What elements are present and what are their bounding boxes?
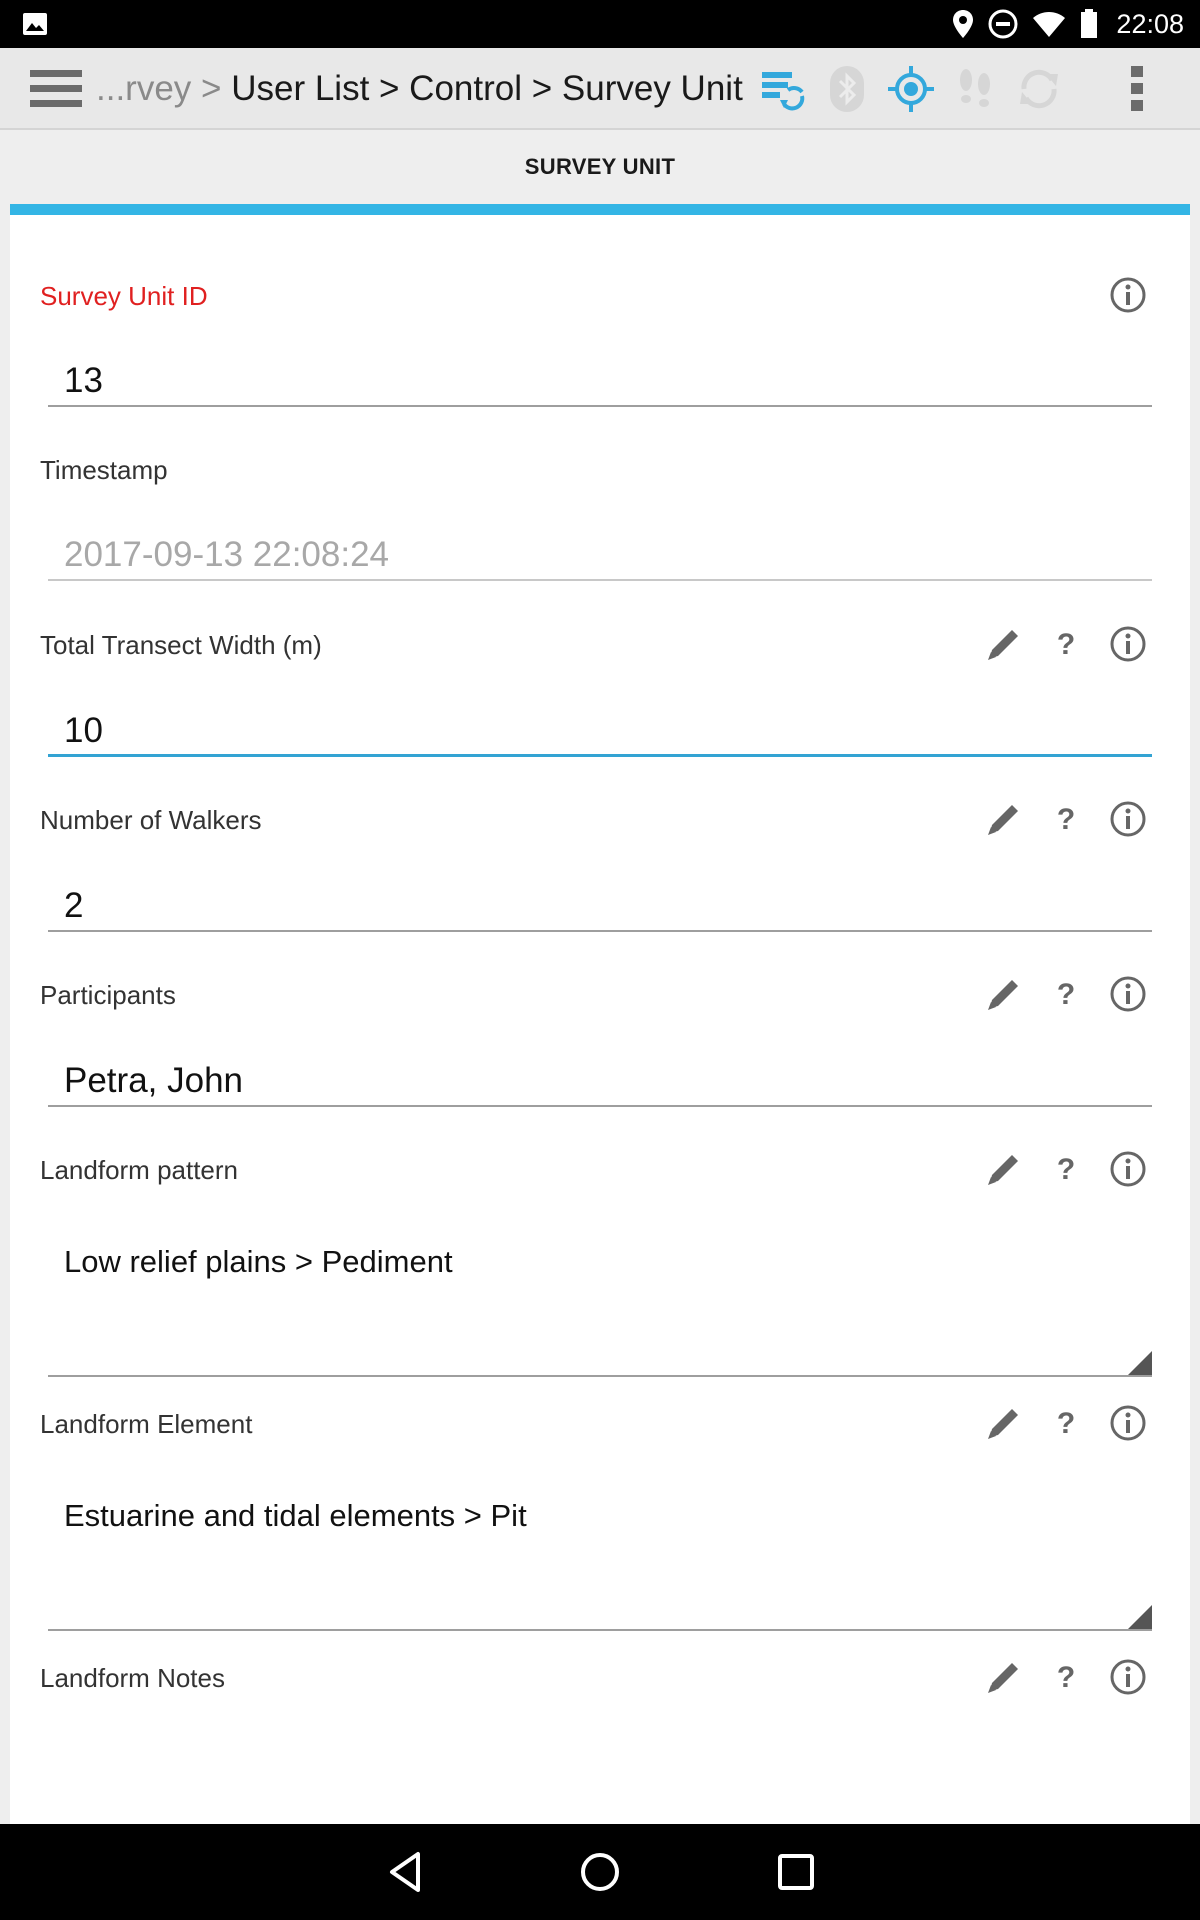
svg-text:?: ? xyxy=(1057,803,1075,836)
home-icon[interactable] xyxy=(574,1846,626,1898)
info-icon[interactable] xyxy=(1108,799,1148,839)
info-icon[interactable] xyxy=(1108,275,1148,315)
transect-width-label: Total Transect Width (m) xyxy=(40,630,322,660)
svg-text:?: ? xyxy=(1057,628,1075,661)
navigation-bar xyxy=(0,1824,1200,1920)
menu-icon[interactable] xyxy=(30,68,82,110)
help-icon[interactable]: ? xyxy=(1046,1657,1086,1697)
help-icon[interactable]: ? xyxy=(1046,799,1086,839)
recents-icon[interactable] xyxy=(770,1846,822,1898)
edit-icon[interactable] xyxy=(984,624,1024,664)
edit-icon[interactable] xyxy=(984,1657,1024,1697)
survey-unit-id-label: Survey Unit ID xyxy=(40,281,208,311)
info-icon[interactable] xyxy=(1108,624,1148,664)
edit-icon[interactable] xyxy=(984,974,1024,1014)
landform-pattern-select[interactable]: Low relief plains > Pediment xyxy=(48,1225,1152,1377)
landform-element-label: Landform Element xyxy=(40,1409,253,1439)
dropdown-arrow-icon xyxy=(1128,1605,1152,1629)
sync-icon[interactable] xyxy=(1016,66,1062,112)
survey-unit-id-input[interactable]: 13 xyxy=(48,355,1152,407)
tracker-icon[interactable] xyxy=(952,66,998,112)
survey-unit-form: Survey Unit ID 13 Timestamp 2017-09-13 2… xyxy=(10,215,1190,1825)
wifi-icon xyxy=(1033,12,1066,37)
sync-server-icon[interactable] xyxy=(760,66,806,112)
toolbar: ...rvey > User List > Control > Survey U… xyxy=(0,48,1200,130)
walkers-label: Number of Walkers xyxy=(40,805,262,835)
landform-notes-label: Landform Notes xyxy=(40,1663,225,1693)
image-icon xyxy=(23,13,47,35)
edit-icon[interactable] xyxy=(984,1149,1024,1189)
landform-element-value: Estuarine and tidal elements > Pit xyxy=(64,1498,527,1533)
info-icon[interactable] xyxy=(1108,1403,1148,1443)
timestamp-input: 2017-09-13 22:08:24 xyxy=(48,529,1152,581)
status-time: 22:08 xyxy=(1116,8,1184,39)
help-icon[interactable]: ? xyxy=(1046,974,1086,1014)
dropdown-arrow-icon xyxy=(1128,1351,1152,1375)
breadcrumb[interactable]: ...rvey > User List > Control > Survey U… xyxy=(96,48,743,130)
svg-text:?: ? xyxy=(1057,1153,1075,1186)
transect-width-input[interactable]: 10 xyxy=(48,705,1152,757)
gps-icon[interactable] xyxy=(888,66,934,112)
svg-text:?: ? xyxy=(1057,978,1075,1011)
participants-label: Participants xyxy=(40,980,176,1010)
breadcrumb-prefix[interactable]: ...rvey > xyxy=(96,69,221,108)
do-not-disturb-icon xyxy=(988,9,1018,39)
help-icon[interactable]: ? xyxy=(1046,624,1086,664)
participants-input[interactable]: Petra, John xyxy=(48,1055,1152,1107)
svg-text:?: ? xyxy=(1057,1407,1075,1440)
walkers-input[interactable]: 2 xyxy=(48,880,1152,932)
back-icon[interactable] xyxy=(380,1846,432,1898)
edit-icon[interactable] xyxy=(984,799,1024,839)
help-icon[interactable]: ? xyxy=(1046,1403,1086,1443)
location-icon xyxy=(953,10,974,38)
status-bar: 22:08 xyxy=(0,0,1200,48)
breadcrumb-path[interactable]: User List > Control > Survey Unit xyxy=(231,69,743,108)
bluetooth-icon[interactable] xyxy=(824,66,870,112)
landform-pattern-label: Landform pattern xyxy=(40,1155,239,1185)
battery-icon xyxy=(1081,9,1098,38)
edit-icon[interactable] xyxy=(984,1403,1024,1443)
tab-survey-unit[interactable]: SURVEY UNIT xyxy=(10,130,1190,204)
tab-indicator xyxy=(10,204,1190,215)
landform-pattern-value: Low relief plains > Pediment xyxy=(64,1244,453,1279)
info-icon[interactable] xyxy=(1108,1149,1148,1189)
timestamp-label: Timestamp xyxy=(40,455,168,485)
svg-text:?: ? xyxy=(1057,1661,1075,1694)
info-icon[interactable] xyxy=(1108,974,1148,1014)
landform-element-select[interactable]: Estuarine and tidal elements > Pit xyxy=(48,1479,1152,1631)
info-icon[interactable] xyxy=(1108,1657,1148,1697)
help-icon[interactable]: ? xyxy=(1046,1149,1086,1189)
overflow-menu-icon[interactable] xyxy=(1114,66,1160,112)
